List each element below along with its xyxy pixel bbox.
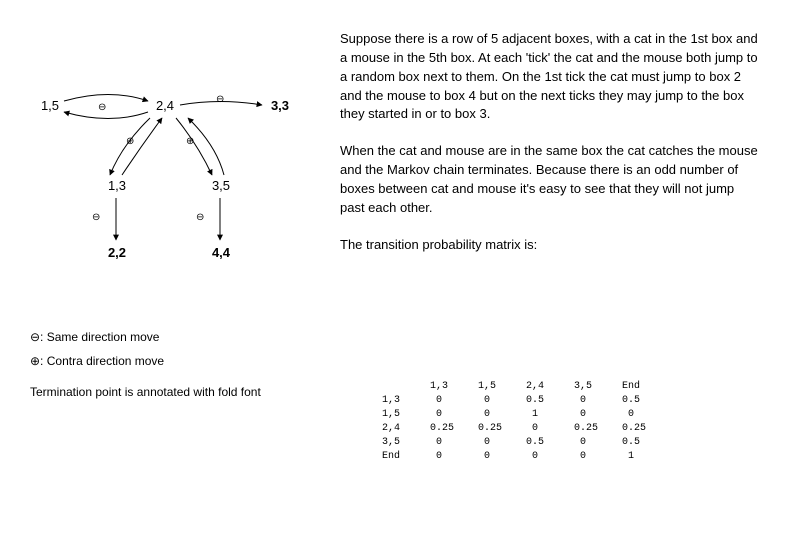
legend: ⊖: Same direction move ⊕: Contra directi… bbox=[30, 325, 164, 373]
paragraph-3: The transition probability matrix is: bbox=[340, 236, 760, 255]
edge-label-5: ⊖ bbox=[92, 212, 100, 223]
legend-same: ⊖: Same direction move bbox=[30, 325, 164, 349]
paragraph-2: When the cat and mouse are in the same b… bbox=[340, 142, 760, 217]
node-2-2: 2,2 bbox=[102, 245, 132, 260]
node-3-5: 3,5 bbox=[206, 178, 236, 193]
node-2-4: 2,4 bbox=[150, 98, 180, 113]
edge-label-1: ⊖ bbox=[98, 102, 106, 113]
edge-label-3: ⊕ bbox=[126, 136, 134, 147]
edge-label-4: ⊕ bbox=[186, 136, 194, 147]
legend-contra: ⊕: Contra direction move bbox=[30, 349, 164, 373]
text-panel: Suppose there is a row of 5 adjacent box… bbox=[340, 30, 760, 272]
diagram-arrows bbox=[30, 90, 310, 290]
node-1-3: 1,3 bbox=[102, 178, 132, 193]
node-3-3: 3,3 bbox=[265, 98, 295, 113]
node-4-4: 4,4 bbox=[206, 245, 236, 260]
transition-matrix: 1,3 1,5 2,4 3,5 End 1,3 0 0 0.5 0 0.5 1,… bbox=[370, 380, 658, 464]
paragraph-1: Suppose there is a row of 5 adjacent box… bbox=[340, 30, 760, 124]
state-diagram: 1,5 2,4 3,3 1,3 3,5 2,2 4,4 ⊖ ⊖ ⊕ ⊕ ⊖ ⊖ bbox=[30, 90, 310, 290]
edge-label-2: ⊖ bbox=[216, 94, 224, 105]
footnote: Termination point is annotated with fold… bbox=[30, 385, 261, 399]
edge-label-6: ⊖ bbox=[196, 212, 204, 223]
node-1-5: 1,5 bbox=[35, 98, 65, 113]
diagram-panel: 1,5 2,4 3,3 1,3 3,5 2,2 4,4 ⊖ ⊖ ⊕ ⊕ ⊖ ⊖ bbox=[30, 90, 330, 290]
